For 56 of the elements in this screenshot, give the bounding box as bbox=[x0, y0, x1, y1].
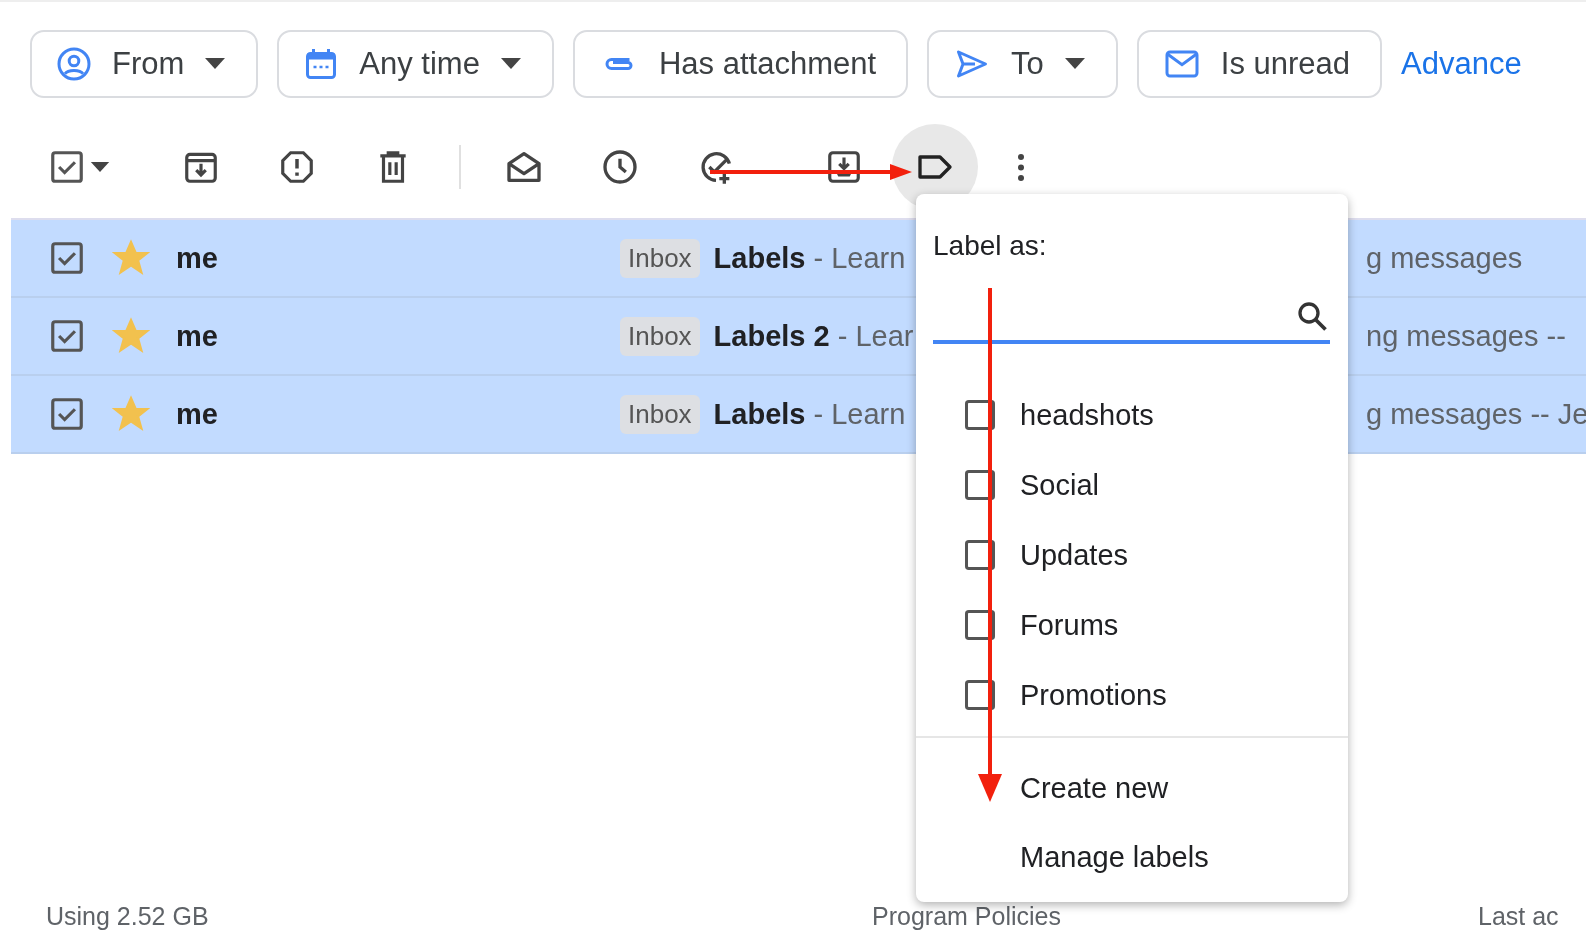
inbox-tag: Inbox bbox=[620, 316, 700, 356]
label-name: Social bbox=[1020, 468, 1099, 502]
filter-chip[interactable]: Any time bbox=[277, 30, 554, 98]
label-option[interactable]: Forums bbox=[916, 590, 1348, 660]
select-all-checkbox[interactable] bbox=[48, 148, 86, 186]
email-subject: Labels 2 bbox=[713, 319, 830, 353]
caret-icon bbox=[1063, 58, 1086, 70]
menu-item[interactable]: Create new bbox=[916, 754, 1348, 823]
storage-usage: Using 2.52 GB bbox=[46, 902, 209, 931]
star-icon[interactable] bbox=[112, 317, 150, 355]
email-snippet: g messages bbox=[1366, 241, 1523, 275]
label-name: Forums bbox=[1020, 608, 1119, 642]
menu-title: Label as: bbox=[933, 230, 1048, 262]
email-snippet: - Learn bbox=[813, 397, 906, 431]
caret-icon bbox=[499, 58, 522, 70]
label-checkbox[interactable] bbox=[962, 397, 998, 433]
advanced-search-link[interactable]: Advance bbox=[1401, 46, 1522, 82]
program-policies-link[interactable]: Program Policies bbox=[872, 902, 1061, 931]
label-option[interactable]: headshots bbox=[916, 380, 1348, 450]
label-name: headshots bbox=[1020, 398, 1154, 432]
inbox-tag: Inbox bbox=[620, 238, 700, 278]
more-icon bbox=[1018, 153, 1024, 181]
label-checkbox[interactable] bbox=[962, 467, 998, 503]
email-subject: Labels bbox=[713, 397, 806, 431]
label-name: Promotions bbox=[1020, 678, 1167, 712]
row-checkbox[interactable] bbox=[48, 317, 86, 355]
email-snippet: ng messages -- bbox=[1366, 319, 1566, 353]
label-checkbox[interactable] bbox=[962, 677, 998, 713]
last-activity-text: Last ac bbox=[1478, 902, 1559, 931]
star-icon[interactable] bbox=[112, 395, 150, 433]
inbox-icon bbox=[825, 148, 863, 186]
filter-chip[interactable]: From bbox=[30, 30, 259, 98]
menu-item[interactable]: Manage labels bbox=[916, 823, 1348, 892]
label-option[interactable]: Updates bbox=[916, 520, 1348, 590]
sender-name: me bbox=[176, 319, 219, 353]
caret-icon[interactable] bbox=[90, 161, 110, 173]
filter-chip[interactable]: Has attachment bbox=[572, 30, 909, 98]
label-checkbox[interactable] bbox=[962, 607, 998, 643]
alert-icon bbox=[278, 148, 316, 186]
label-name: Updates bbox=[1020, 538, 1128, 572]
email-snippet: - Learn bbox=[813, 241, 906, 275]
email-subject: Labels bbox=[713, 241, 806, 275]
label-checkbox[interactable] bbox=[962, 537, 998, 573]
row-checkbox[interactable] bbox=[48, 395, 86, 433]
sender-name: me bbox=[176, 397, 219, 431]
person-icon bbox=[56, 46, 92, 82]
email-snippet: - Lear bbox=[837, 319, 914, 353]
label-option[interactable]: Promotions bbox=[916, 660, 1348, 730]
filter-chip[interactable]: To bbox=[927, 30, 1118, 98]
filter-chip[interactable]: Is unread bbox=[1136, 30, 1383, 98]
sender-name: me bbox=[176, 241, 219, 275]
clock-icon bbox=[600, 147, 640, 187]
caret-icon bbox=[204, 58, 227, 70]
star-icon[interactable] bbox=[112, 239, 150, 277]
row-checkbox[interactable] bbox=[48, 239, 86, 277]
inbox-tag: Inbox bbox=[620, 394, 700, 434]
